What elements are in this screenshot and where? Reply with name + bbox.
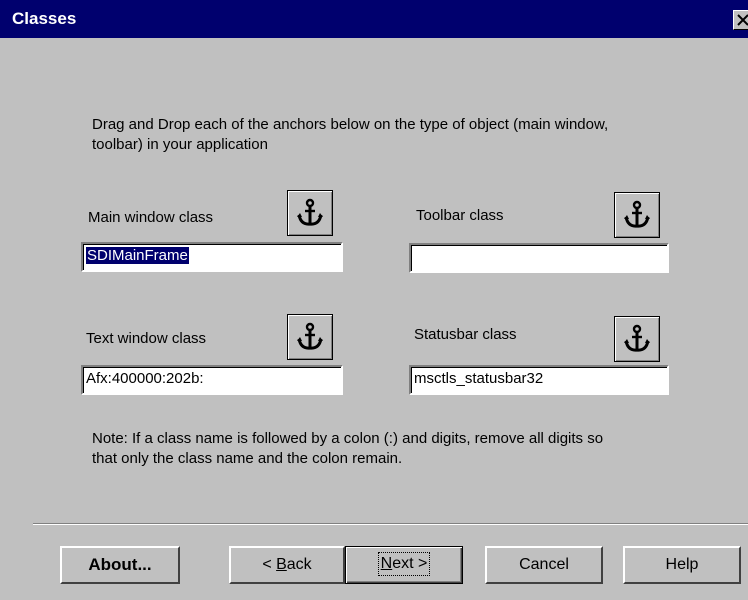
back-button[interactable]: < Back: [229, 546, 345, 584]
instruction-line-2: toolbar) in your application: [92, 136, 268, 153]
text-window-class-label: Text window class: [86, 330, 207, 347]
window-title: Classes: [12, 9, 77, 28]
note-line-1: Note: If a class name is followed by a c…: [92, 430, 604, 447]
anchor-icon: [297, 198, 323, 226]
next-mnemonic: N: [380, 555, 393, 572]
statusbar-anchor-button[interactable]: [614, 316, 660, 362]
close-x-icon: [737, 14, 748, 26]
title-bar[interactable]: Classes: [0, 0, 748, 38]
toolbar-class-input[interactable]: [409, 243, 669, 273]
next-rest: ext >: [392, 555, 428, 572]
instruction-line-1: Drag and Drop each of the anchors below …: [92, 116, 609, 133]
close-button[interactable]: [733, 10, 748, 30]
classes-dialog: Classes Drag and Drop each of the anchor…: [0, 0, 748, 600]
main-window-class-value: SDIMainFrame: [86, 247, 189, 264]
main-window-class-label: Main window class: [88, 209, 214, 226]
back-rest: ack: [286, 556, 312, 573]
text-window-anchor-button[interactable]: [287, 314, 333, 360]
statusbar-class-input[interactable]: msctls_statusbar32: [409, 365, 669, 395]
main-window-class-input[interactable]: SDIMainFrame: [81, 242, 343, 272]
anchor-icon: [624, 200, 650, 228]
about-button[interactable]: About...: [60, 546, 180, 584]
back-mnemonic: B: [276, 556, 287, 573]
cancel-button[interactable]: Cancel: [485, 546, 603, 584]
separator: [33, 523, 748, 525]
note-line-2: that only the class name and the colon r…: [92, 450, 403, 467]
anchor-icon: [297, 322, 323, 350]
toolbar-anchor-button[interactable]: [614, 192, 660, 238]
next-button[interactable]: Next >: [345, 546, 463, 584]
main-window-anchor-button[interactable]: [287, 190, 333, 236]
statusbar-class-label: Statusbar class: [414, 326, 517, 343]
back-prefix: <: [262, 556, 277, 573]
toolbar-class-label: Toolbar class: [416, 207, 504, 224]
help-button[interactable]: Help: [623, 546, 741, 584]
anchor-icon: [624, 324, 650, 352]
text-window-class-input[interactable]: Afx:400000:202b:: [81, 365, 343, 395]
next-focus-label: Next >: [377, 552, 431, 576]
